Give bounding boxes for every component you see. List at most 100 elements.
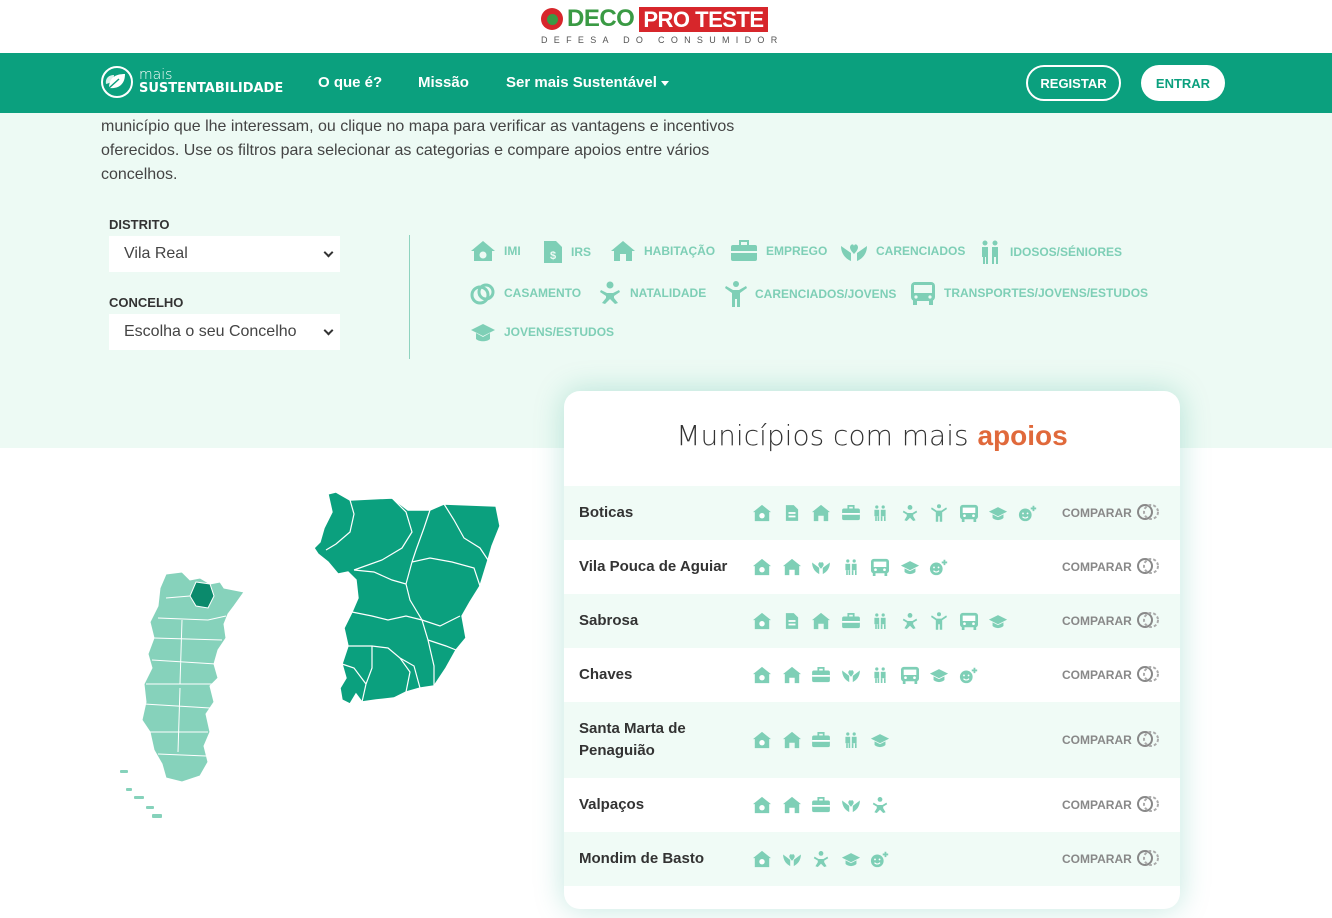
category-carenciados[interactable]: CARENCIADOS	[840, 240, 965, 262]
chevron-down-icon	[323, 247, 334, 258]
house-euro-icon	[752, 849, 772, 869]
ranking-row[interactable]: Vila Pouca de Aguiar COMPARAR	[564, 540, 1180, 594]
svg-text:$: $	[550, 250, 556, 262]
district-label: DISTRITO	[109, 217, 170, 232]
house-euro-icon	[752, 730, 772, 750]
category-label: IDOSOS/SÉNIORES	[1010, 245, 1123, 259]
municipality-name[interactable]: Sabrosa	[579, 610, 739, 632]
category-label: IMI	[504, 244, 521, 258]
compare-button[interactable]: COMPARAR	[1062, 665, 1160, 686]
compare-rings-icon	[1136, 557, 1160, 578]
category-label: TRANSPORTES/JOVENS/ESTUDOS	[944, 286, 1149, 300]
support-icons	[752, 795, 900, 815]
compare-label: COMPARAR	[1062, 614, 1132, 628]
category-casamento[interactable]: CASAMENTO	[470, 281, 581, 305]
bus-icon	[959, 611, 979, 631]
chevron-down-icon	[323, 325, 334, 336]
vila-real-detail-map[interactable]	[313, 491, 501, 705]
briefcase-icon	[841, 611, 861, 631]
cap-icon	[870, 730, 890, 750]
district-select[interactable]: Vila Real	[109, 236, 340, 272]
compare-rings-icon	[1136, 730, 1160, 751]
category-habitacao[interactable]: HABITAÇÃO	[610, 240, 715, 262]
portugal-districts-map[interactable]	[141, 571, 245, 783]
rings-icon	[470, 283, 495, 305]
category-carenciados-jovens[interactable]: CARENCIADOS/JOVENS	[725, 281, 896, 307]
ranking-card: Municípios com mais apoios Boticas COMPAR…	[564, 391, 1180, 909]
county-select[interactable]: Escolha o seu Concelho	[109, 314, 340, 350]
ranking-row[interactable]: Sabrosa COMPARAR	[564, 594, 1180, 648]
municipality-name[interactable]: Boticas	[579, 502, 739, 524]
deco-proteste-logo[interactable]: DECO PRO TESTE DEFESA DO CONSUMIDOR	[541, 6, 784, 48]
house-euro-icon	[752, 665, 772, 685]
compare-label: COMPARAR	[1062, 668, 1132, 682]
brand-name-2: PRO TESTE	[639, 6, 768, 32]
hands-icon	[841, 795, 861, 815]
municipality-name[interactable]: Chaves	[579, 664, 739, 686]
support-icons	[752, 849, 900, 869]
compare-button[interactable]: COMPARAR	[1062, 557, 1160, 578]
category-emprego[interactable]: EMPREGO	[730, 240, 827, 262]
municipality-name[interactable]: Santa Marta de Penaguião	[579, 718, 739, 762]
category-idosos[interactable]: IDOSOS/SÉNIORES	[978, 240, 1122, 264]
support-icons	[752, 665, 988, 685]
category-label: NATALIDADE	[630, 286, 707, 300]
ranking-row[interactable]: Santa Marta de Penaguião COMPARAR	[564, 702, 1180, 778]
ranking-row[interactable]: Valpaços COMPARAR	[564, 778, 1180, 832]
category-natalidade[interactable]: NATALIDADE	[598, 281, 706, 305]
house-euro-icon	[471, 241, 495, 261]
face-plus-icon	[870, 849, 890, 869]
login-button[interactable]: ENTRAR	[1141, 65, 1225, 101]
house-euro-icon	[752, 557, 772, 577]
briefcase-icon	[811, 665, 831, 685]
nav-item-o-que-e[interactable]: O que é?	[318, 74, 382, 91]
site-logo[interactable]: mais SUSTENTABILIDADE	[101, 66, 283, 98]
bus-icon	[911, 282, 935, 305]
nav-item-ser-mais-sustentavel[interactable]: Ser mais Sustentável	[506, 74, 669, 91]
category-label: CARENCIADOS/JOVENS	[755, 287, 897, 301]
brand-tagline: DEFESA DO CONSUMIDOR	[541, 35, 784, 45]
main-nav: mais SUSTENTABILIDADE O que é? Missão Se…	[0, 53, 1332, 113]
register-button[interactable]: REGISTAR	[1026, 65, 1121, 101]
ranking-row[interactable]: Chaves COMPARAR	[564, 648, 1180, 702]
municipality-name[interactable]: Valpaços	[579, 794, 739, 816]
document-icon	[782, 503, 802, 523]
cap-icon	[900, 557, 920, 577]
baby-icon	[600, 281, 620, 304]
category-irs[interactable]: $ IRS	[543, 240, 591, 264]
house-euro-icon	[752, 611, 772, 631]
house-icon	[782, 795, 802, 815]
municipality-name[interactable]: Mondim de Basto	[579, 848, 739, 870]
nav-item-missao[interactable]: Missão	[418, 74, 469, 91]
ranking-row[interactable]: Boticas COMPARAR	[564, 486, 1180, 540]
brand-bar: DECO PRO TESTE DEFESA DO CONSUMIDOR	[0, 0, 1332, 53]
face-plus-icon	[929, 557, 949, 577]
house-icon	[782, 665, 802, 685]
category-label: CARENCIADOS	[876, 244, 966, 258]
intro-line-3: concelhos.	[101, 166, 178, 183]
house-euro-icon	[752, 795, 772, 815]
leaf-logo-icon	[101, 66, 133, 98]
compare-button[interactable]: COMPARAR	[1062, 503, 1160, 524]
compare-rings-icon	[1136, 665, 1160, 686]
house-icon	[811, 611, 831, 631]
deco-mark-icon	[541, 8, 563, 30]
compare-rings-icon	[1136, 611, 1160, 632]
portugal-map[interactable]	[110, 488, 510, 828]
elderly-icon	[870, 665, 890, 685]
baby-icon	[900, 611, 920, 631]
category-imi[interactable]: IMI	[470, 240, 521, 262]
ranking-row[interactable]: Mondim de Basto COMPARAR	[564, 832, 1180, 886]
category-transportes[interactable]: TRANSPORTES/JOVENS/ESTUDOS	[910, 281, 1148, 305]
caret-down-icon	[660, 80, 669, 86]
child-icon	[725, 281, 747, 307]
compare-button[interactable]: COMPARAR	[1062, 611, 1160, 632]
compare-button[interactable]: COMPARAR	[1062, 849, 1160, 870]
municipality-name[interactable]: Vila Pouca de Aguiar	[579, 556, 739, 578]
ranking-title-highlight: apoios	[977, 420, 1068, 451]
compare-button[interactable]: COMPARAR	[1062, 730, 1160, 751]
category-jovens-estudos[interactable]: JOVENS/ESTUDOS	[470, 322, 614, 342]
compare-button[interactable]: COMPARAR	[1062, 795, 1160, 816]
intro-text: município que lhe interessam, ou clique …	[101, 115, 791, 187]
face-plus-icon	[1018, 503, 1038, 523]
